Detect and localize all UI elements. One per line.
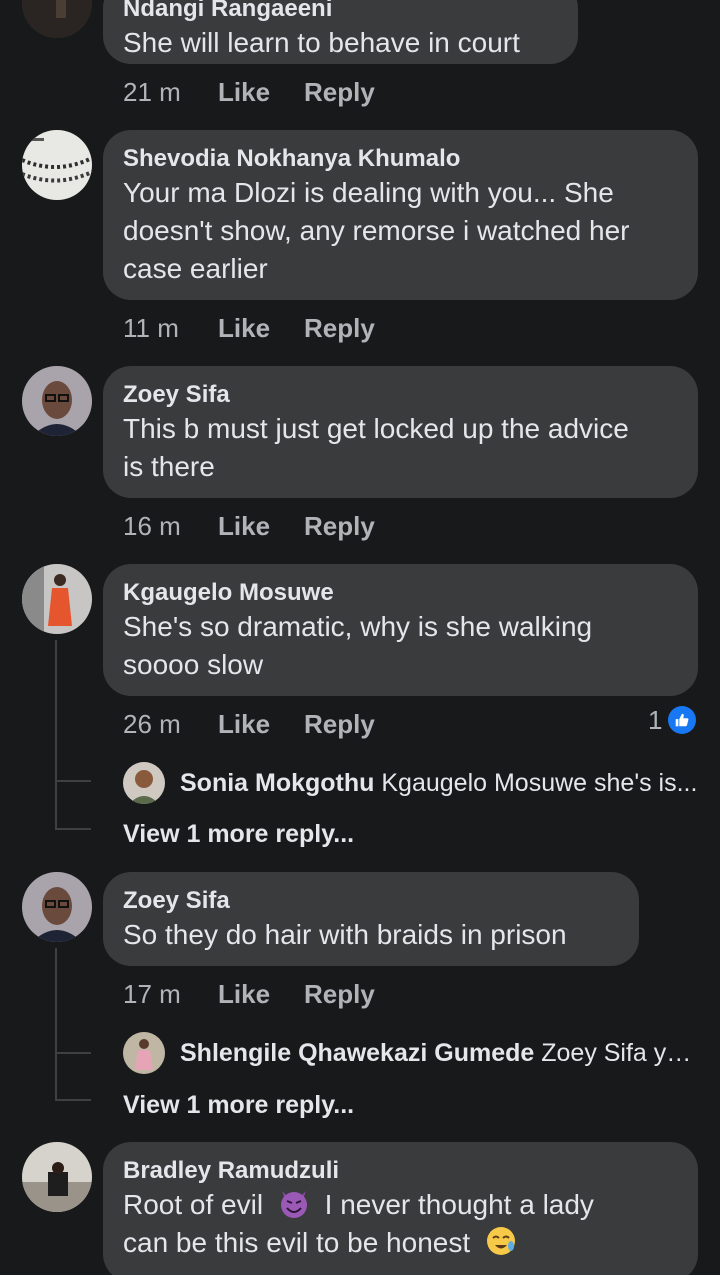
comment-text: So they do hair with braids in prison [123,919,567,950]
comment-text-line: doesn't show, any remorse i watched her [123,215,630,246]
reply-author[interactable]: Shlengile Qhawekazi Gumede [180,1039,534,1067]
thread-connector [55,828,91,830]
crying-laughing-emoji [486,1227,515,1255]
reply-button[interactable]: Reply [304,978,375,1010]
reply-author[interactable]: Sonia Mokgothu [180,769,374,797]
comment-time[interactable]: 17 m [123,978,181,1010]
reaction-summary[interactable]: 1 [648,704,697,736]
commenter-avatar[interactable] [22,872,92,942]
commenter-name[interactable]: Bradley Ramudzuli [123,1156,678,1186]
comment-text-fragment: Root of evil [123,1189,264,1220]
avatar-woman-dress-icon [123,1032,165,1074]
comment-bubble: Ndangi Rangaeeni She will learn to behav… [103,0,578,64]
view-more-replies-link[interactable]: View 1 more reply... [123,818,354,850]
commenter-name[interactable]: Kgaugelo Mosuwe [123,578,678,608]
comment-text: She will learn to behave in court [123,27,520,58]
comment-bubble: Shevodia Nokhanya Khumalo Your ma Dlozi … [103,130,698,300]
thread-line [55,948,57,1100]
reply-preview[interactable]: Shlengile Qhawekazi Gumede Zoey Sifa ye.… [180,1032,698,1074]
comment-bubble: Bradley Ramudzuli Root of evil I never t… [103,1142,698,1275]
smiling-devil-emoji [280,1191,307,1218]
thread-connector [55,1099,91,1101]
avatar-woman-icon [123,762,165,804]
commenter-avatar[interactable] [22,1142,92,1212]
commenter-name[interactable]: Shevodia Nokhanya Khumalo [123,144,678,174]
comment-text-line: She's so dramatic, why is she walking [123,611,593,642]
commenter-name[interactable]: Zoey Sifa [123,886,619,916]
avatar-woman-glasses-icon [22,872,92,942]
comment-time[interactable]: 26 m [123,708,181,740]
comment-text-line: soooo slow [123,649,264,680]
comment-time[interactable]: 11 m [123,312,179,344]
avatar-woman-orange-dress-icon [22,564,92,634]
comment-text-line: can be this evil to be honest [123,1224,678,1262]
view-more-replies-link[interactable]: View 1 more reply... [123,1089,354,1121]
reply-button[interactable]: Reply [304,76,375,108]
thread-connector [55,1052,91,1054]
reply-button[interactable]: Reply [304,708,375,740]
commenter-avatar[interactable] [22,366,92,436]
like-button[interactable]: Like [218,76,270,108]
commenter-avatar[interactable] [22,130,92,200]
like-button[interactable]: Like [218,510,270,542]
comment-time[interactable]: 16 m [123,510,181,542]
avatar-silhouette-icon [22,0,92,38]
reply-preview[interactable]: Sonia Mokgothu Kgaugelo Mosuwe she's is.… [180,762,698,804]
like-button[interactable]: Like [218,312,270,344]
thread-line [55,640,57,830]
commenter-name[interactable]: Ndangi Rangaeeni [123,0,558,24]
comment-text-line: Root of evil I never thought a lady [123,1186,678,1224]
comment-bubble: Zoey Sifa This b must just get locked up… [103,366,698,498]
comment-text-line: case earlier [123,253,268,284]
commenter-name[interactable]: Zoey Sifa [123,380,678,410]
like-button[interactable]: Like [218,708,270,740]
comment-text-line: is there [123,451,215,482]
reply-button[interactable]: Reply [304,510,375,542]
reaction-count: 1 [648,704,663,735]
avatar-room-icon [22,1142,92,1212]
reply-avatar[interactable] [123,762,165,804]
commenter-avatar[interactable] [22,0,92,38]
comment-text-fragment: can be this evil to be honest [123,1227,471,1258]
avatar-beads-icon [22,130,92,200]
comment-bubble: Zoey Sifa So they do hair with braids in… [103,872,639,966]
thread-connector [55,780,91,782]
reply-snippet: Kgaugelo Mosuwe she's is... [381,769,698,797]
comment-text-line: This b must just get locked up the advic… [123,413,629,444]
avatar-woman-glasses-icon [22,366,92,436]
reply-snippet: Zoey Sifa ye... [541,1039,698,1067]
like-reaction-icon [668,706,697,734]
commenter-avatar[interactable] [22,564,92,634]
comment-text-line: Your ma Dlozi is dealing with you... She [123,177,614,208]
reply-avatar[interactable] [123,1032,165,1074]
comment-time[interactable]: 21 m [123,76,181,108]
comment-text-fragment: I never thought a lady [324,1189,594,1220]
reply-button[interactable]: Reply [304,312,375,344]
comment-bubble: Kgaugelo Mosuwe She's so dramatic, why i… [103,564,698,696]
like-button[interactable]: Like [218,978,270,1010]
